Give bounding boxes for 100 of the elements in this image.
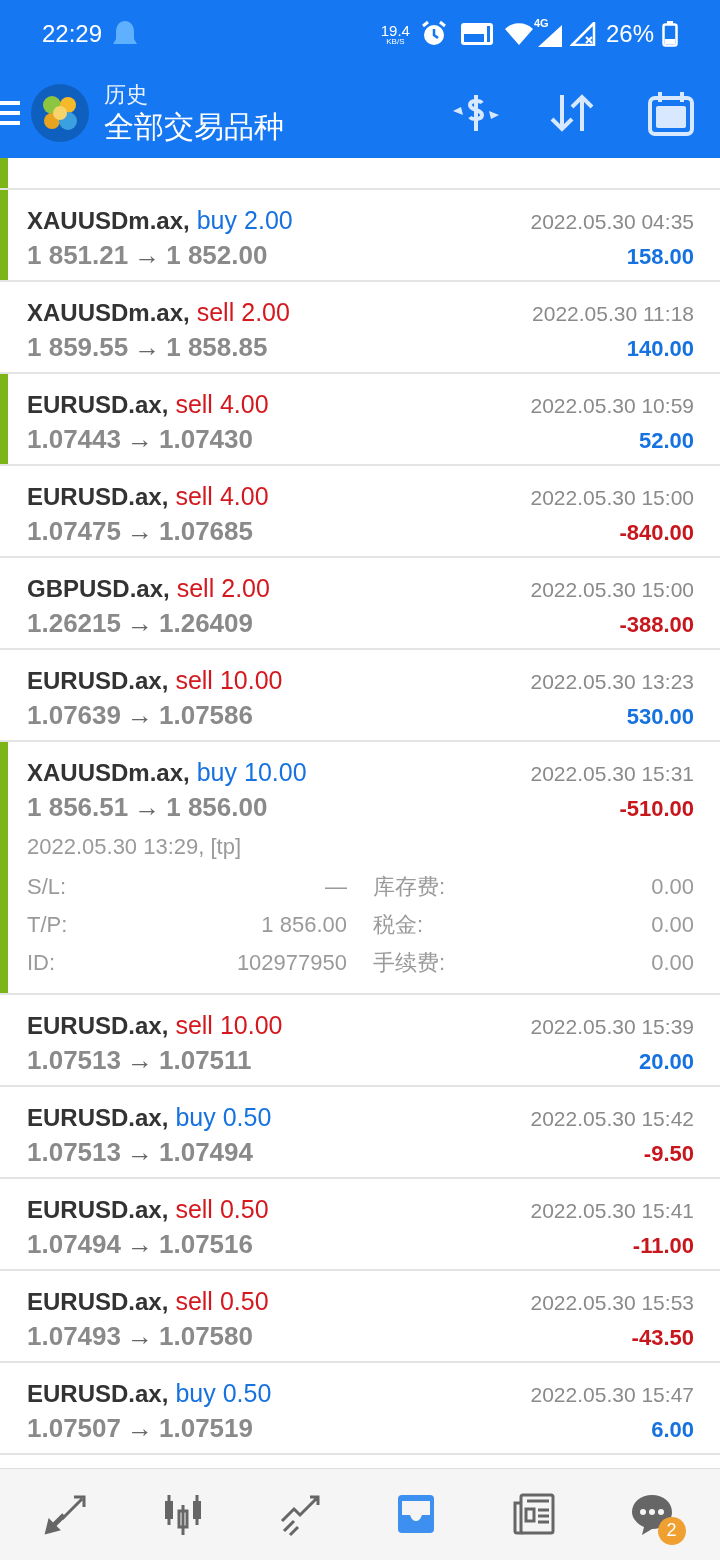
arrow-text: → <box>134 791 161 824</box>
volume-text: 2.00 <box>241 297 290 328</box>
network-type: 4G <box>533 16 549 31</box>
deal-time: 2022.05.30 15:31 <box>530 761 694 787</box>
field-label: T/P: <box>27 910 69 939</box>
deal-time: 2022.05.30 15:39 <box>530 1014 694 1040</box>
volume-text: 0.50 <box>219 1194 269 1225</box>
open-price: 1.07639 <box>27 699 121 732</box>
app-logo-icon <box>30 83 90 143</box>
profit-text: 158.00 <box>626 243 694 271</box>
field-value: 102977950 <box>235 948 347 977</box>
close-price: 1.07494 <box>159 1136 253 1169</box>
volume-text: 10.00 <box>219 665 283 696</box>
symbol-text: EURUSD.ax, <box>27 1195 169 1225</box>
deal-time: 2022.05.30 15:41 <box>530 1198 694 1224</box>
arrow-text: → <box>127 1136 153 1169</box>
close-price: 1.07519 <box>159 1412 253 1445</box>
header-subtitle: 历史 <box>104 80 149 108</box>
wifi-icon <box>503 22 534 46</box>
profit-text: -510.00 <box>619 795 694 823</box>
deal-time: 2022.05.30 11:18 <box>532 301 694 327</box>
arrow-text: → <box>127 607 153 640</box>
arrow-text: → <box>127 515 153 548</box>
deal-time: 2022.05.30 13:23 <box>530 669 694 695</box>
field-label: 库存费: <box>373 872 446 901</box>
field-value: 0.00 <box>651 910 694 939</box>
side-text: buy <box>196 205 238 236</box>
symbol-text: XAUUSDm.ax, <box>27 206 190 236</box>
symbol-text: EURUSD.ax, <box>27 1379 169 1409</box>
deal-time: 2022.05.30 15:42 <box>530 1106 694 1132</box>
open-price: 1.07513 <box>27 1044 121 1077</box>
arrow-text: → <box>127 699 153 732</box>
open-price: 1 856.51 <box>27 791 129 824</box>
symbol-text: EURUSD.ax, <box>27 666 169 696</box>
menu-icon[interactable] <box>0 99 20 127</box>
open-price: 1.07494 <box>27 1228 121 1261</box>
open-price: 1.07475 <box>27 515 121 548</box>
nav-tab[interactable]: 2 <box>619 1482 684 1547</box>
field-label: 手续费: <box>373 948 446 977</box>
profit-text: -43.50 <box>631 1324 694 1352</box>
no-signal-icon <box>569 22 596 46</box>
volume-text: 2.00 <box>244 205 293 236</box>
calendar-icon[interactable] <box>648 90 694 136</box>
volume-text: 4.00 <box>219 389 269 420</box>
field-value: — <box>324 872 347 901</box>
arrow-text: → <box>127 1228 153 1261</box>
symbol-text: EURUSD.ax, <box>27 1287 169 1317</box>
side-text: sell <box>175 1010 213 1041</box>
side-text: sell <box>175 481 213 512</box>
profit-text: -11.00 <box>632 1232 694 1260</box>
profit-text: 140.00 <box>626 335 694 363</box>
arrow-text: → <box>127 1320 153 1353</box>
profit-text: 20.00 <box>638 1048 694 1076</box>
close-price: 1.07430 <box>159 423 253 456</box>
profit-text: 530.00 <box>626 703 694 731</box>
volume-text: 0.50 <box>219 1286 269 1317</box>
side-text: sell <box>176 573 215 604</box>
open-price: 1.07443 <box>27 423 121 456</box>
side-text: buy <box>196 757 238 788</box>
open-price: 1 851.21 <box>27 239 129 272</box>
arrow-text: → <box>127 1412 153 1445</box>
arrow-text: → <box>134 331 161 364</box>
symbol-text: GBPUSD.ax, <box>27 574 170 604</box>
side-text: sell <box>175 1194 213 1225</box>
clock-time: 22:29 <box>42 19 103 49</box>
deal-time: 2022.05.30 15:47 <box>530 1382 694 1408</box>
volume-text: 10.00 <box>244 757 307 788</box>
open-time: 2022.05.30 13:29, [tp] <box>27 833 243 861</box>
side-text: sell <box>196 297 235 328</box>
field-value: 0.00 <box>651 872 694 901</box>
open-price: 1.07507 <box>27 1412 121 1445</box>
close-price: 1 858.85 <box>166 331 268 364</box>
symbol-text: EURUSD.ax, <box>27 1011 169 1041</box>
deal-time: 2022.05.30 04:35 <box>530 209 694 235</box>
profit-text: -9.50 <box>643 1140 694 1168</box>
open-price: 1.26215 <box>27 607 121 640</box>
speed-text: 19.4 <box>380 22 410 38</box>
close-price: 1.07516 <box>159 1228 253 1261</box>
close-price: 1.26409 <box>159 607 253 640</box>
field-label: S/L: <box>27 872 68 901</box>
side-text: sell <box>175 665 213 696</box>
arrow-text: → <box>127 423 153 456</box>
open-price: 1 859.55 <box>27 331 129 364</box>
symbol-text: EURUSD.ax, <box>27 1103 169 1133</box>
close-price: 1.07685 <box>159 515 253 548</box>
signal-icon <box>537 25 562 47</box>
profit-text: -388.00 <box>619 611 694 639</box>
arrow-text: → <box>134 239 161 272</box>
profit-text: 6.00 <box>651 1416 694 1444</box>
field-value: 1 856.00 <box>260 910 347 939</box>
symbol-text: XAUUSDm.ax, <box>27 298 190 328</box>
profit-text: -840.00 <box>619 519 694 547</box>
volume-text: 2.00 <box>221 573 270 604</box>
side-text: sell <box>175 1286 213 1317</box>
side-text: sell <box>175 389 213 420</box>
profit-text: 52.00 <box>638 427 694 455</box>
arrow-text: → <box>127 1044 153 1077</box>
field-label: ID: <box>27 948 57 977</box>
side-text: buy <box>175 1378 216 1409</box>
field-label: 税金: <box>373 910 424 939</box>
